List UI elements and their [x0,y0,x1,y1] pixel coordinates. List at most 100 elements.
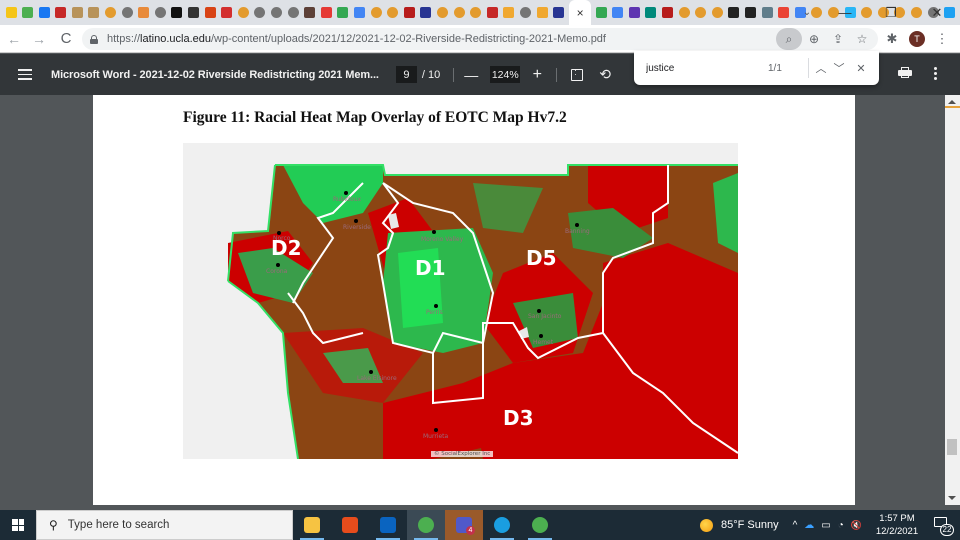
tab[interactable] [351,0,367,25]
browser-menu-icon[interactable]: ⋮ [930,31,954,47]
tab[interactable] [484,0,500,25]
tab[interactable] [626,0,642,25]
extensions-puzzle-icon[interactable]: ✱ [880,31,904,47]
find-input[interactable] [646,62,746,74]
tab[interactable] [534,0,550,25]
tab[interactable] [517,0,533,25]
reload-button[interactable]: C [55,28,77,50]
show-hidden-icons-chevron-icon[interactable]: ^ [793,520,798,531]
tab[interactable] [368,0,384,25]
tab[interactable] [169,0,185,25]
start-button[interactable] [0,510,36,540]
tab[interactable] [776,0,792,25]
tab[interactable] [119,0,135,25]
tab[interactable] [418,0,434,25]
tab[interactable] [235,0,251,25]
tab[interactable] [551,0,567,25]
taskbar-app-office[interactable] [331,510,369,540]
tab[interactable] [152,0,168,25]
taskbar-app-teams[interactable]: 4 [445,510,483,540]
share-icon[interactable]: ⇪ [826,28,850,50]
battery-icon[interactable]: ▭ [821,520,830,531]
forward-button[interactable]: → [28,28,50,50]
scroll-up-arrow-icon[interactable] [948,100,956,104]
tab[interactable] [434,0,450,25]
zoom-in-button[interactable]: + [530,66,544,84]
zoom-level-input[interactable]: 124% [490,66,521,83]
taskbar-search-box[interactable]: ⚲ Type here to search [36,510,293,540]
tab[interactable] [593,0,609,25]
sun-weather-icon[interactable] [699,518,713,532]
tab[interactable] [501,0,517,25]
close-window-button[interactable]: ✕ [914,0,960,25]
taskbar-app-edge[interactable] [483,510,521,540]
tab[interactable] [269,0,285,25]
more-options-icon[interactable] [934,67,937,80]
fit-page-icon[interactable] [571,67,584,81]
active-tab-close-button[interactable]: × [569,0,592,25]
taskbar-app-globe-app[interactable] [521,510,559,540]
tab[interactable] [401,0,417,25]
wifi-icon[interactable]: ◔ [838,520,844,531]
tab[interactable] [302,0,318,25]
tab[interactable] [660,0,676,25]
tab[interactable] [709,0,725,25]
notifications-button[interactable]: 22 [932,514,954,536]
tab[interactable] [53,0,69,25]
tab[interactable] [36,0,52,25]
tab[interactable] [20,0,36,25]
profile-avatar[interactable]: T [909,31,925,47]
volume-muted-icon[interactable]: 🔇 [851,520,862,531]
tab[interactable] [252,0,268,25]
back-button[interactable]: ← [3,28,25,50]
city-label-perris: Perris [426,309,443,316]
onedrive-cloud-icon[interactable]: ☁ [804,520,814,531]
menu-icon[interactable] [18,69,32,80]
tab[interactable] [318,0,334,25]
weather-text[interactable]: 85°F Sunny [721,519,779,531]
tab[interactable] [726,0,742,25]
zoom-icon[interactable]: ⊕ [802,28,826,50]
find-previous-button[interactable]: ︿ [812,59,830,77]
scrollbar-thumb[interactable] [947,439,957,455]
find-next-button[interactable]: ﹀ [830,59,848,77]
tab[interactable] [3,0,19,25]
restore-button[interactable]: ❐ [868,0,914,25]
lock-icon[interactable] [90,34,98,44]
tab[interactable] [335,0,351,25]
taskbar-app-chrome[interactable] [407,510,445,540]
tab[interactable] [86,0,102,25]
vertical-scrollbar[interactable] [945,95,960,505]
find-close-button[interactable]: ✕ [852,59,870,77]
tab[interactable] [676,0,692,25]
address-bar[interactable]: https://latino.ucla.edu/wp-content/uploa… [82,28,878,50]
find-in-page-icon[interactable]: ⌕ [776,28,802,50]
minimize-button[interactable]: — [822,0,868,25]
clock[interactable]: 1:57 PM 12/2/2021 [872,512,922,538]
tab[interactable] [759,0,775,25]
tab[interactable] [385,0,401,25]
tab-search-button[interactable]: ⌄ [792,0,822,25]
tab[interactable] [136,0,152,25]
print-icon[interactable] [898,67,912,79]
tab[interactable] [468,0,484,25]
zoom-out-button[interactable]: — [464,67,478,83]
scroll-down-arrow-icon[interactable] [948,496,956,500]
tab[interactable] [202,0,218,25]
tab[interactable] [186,0,202,25]
tab[interactable] [610,0,626,25]
tab[interactable] [743,0,759,25]
tab[interactable] [643,0,659,25]
tab[interactable] [451,0,467,25]
rotate-icon[interactable]: ⟲ [599,66,611,83]
tab[interactable] [285,0,301,25]
bookmark-star-icon[interactable]: ☆ [850,28,874,50]
tab[interactable] [219,0,235,25]
taskbar-app-outlook[interactable] [369,510,407,540]
taskbar-app-file-explorer[interactable] [293,510,331,540]
tab[interactable] [103,0,119,25]
tab[interactable] [69,0,85,25]
url-text[interactable]: https://latino.ucla.edu/wp-content/uploa… [107,33,606,45]
tab[interactable] [693,0,709,25]
page-number-input[interactable]: 9 [395,66,417,83]
